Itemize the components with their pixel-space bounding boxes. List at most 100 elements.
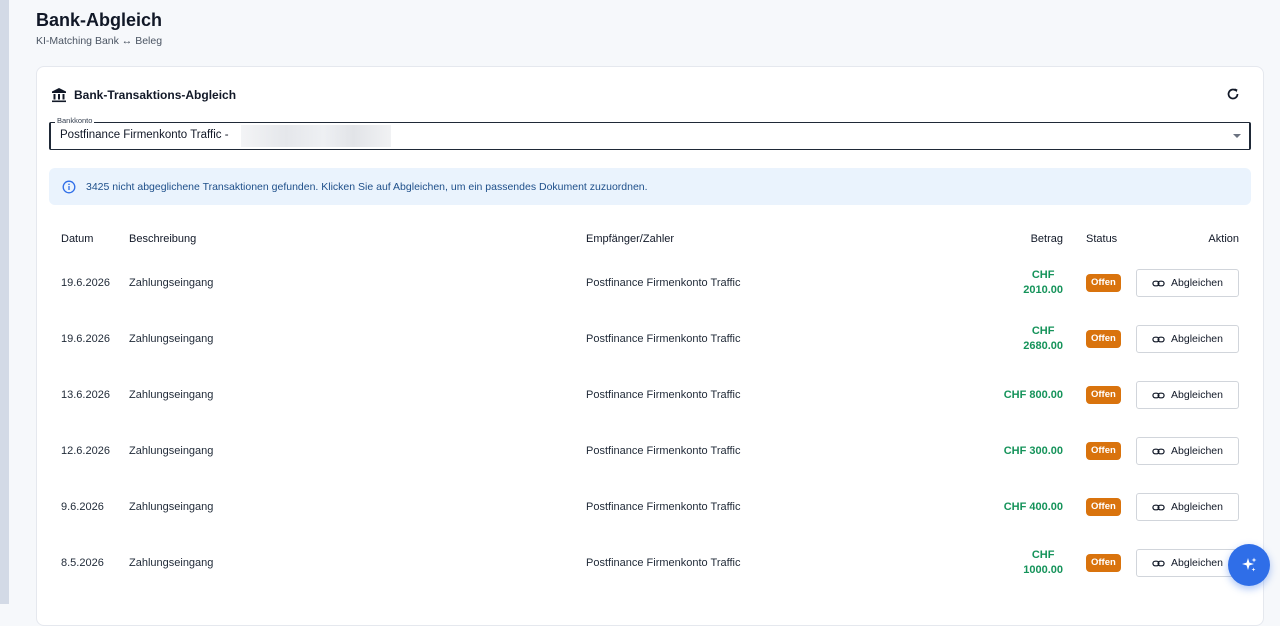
cell-payee: Postfinance Firmenkonto Traffic <box>586 333 741 345</box>
bank-reconciliation-card: Bank-Transaktions-Abgleich Bankkonto Pos… <box>36 66 1264 626</box>
amount-line-2: 1000.00 <box>1023 564 1063 576</box>
header-amount: Betrag <box>1030 232 1063 245</box>
amount-value: CHF 2010.00 <box>1023 268 1063 298</box>
cell-status: Offen <box>1063 479 1128 535</box>
match-button[interactable]: Abgleichen <box>1136 381 1239 409</box>
match-button[interactable]: Abgleichen <box>1136 493 1239 521</box>
cell-date: 8.5.2026 <box>61 557 104 569</box>
cell-status: Offen <box>1063 255 1128 311</box>
table-header-row: Datum Beschreibung Empfänger/Zahler Betr… <box>49 222 1251 255</box>
cell-action: Abgleichen <box>1128 423 1251 479</box>
match-button[interactable]: Abgleichen <box>1136 325 1239 353</box>
bank-account-select[interactable]: Bankkonto Postfinance Firmenkonto Traffi… <box>49 116 1251 150</box>
cell-payee: Postfinance Firmenkonto Traffic <box>586 501 741 513</box>
cell-action: Abgleichen <box>1128 255 1251 311</box>
amount-value: CHF 800.00 <box>1004 388 1063 403</box>
link-icon <box>1152 392 1165 398</box>
info-icon <box>62 180 76 193</box>
status-badge: Offen <box>1086 498 1121 516</box>
header-payee: Empfänger/Zahler <box>586 232 675 245</box>
table-row: 19.6.2026 Zahlungseingang Postfinance Firm… <box>49 311 1251 367</box>
ai-assistant-button[interactable] <box>1228 544 1270 586</box>
match-button-label: Abgleichen <box>1171 501 1223 513</box>
status-badge: Offen <box>1086 330 1121 348</box>
amount-line-1: CHF <box>1031 549 1055 561</box>
cell-payee: Postfinance Firmenkonto Traffic <box>586 445 741 457</box>
cell-date: 19.6.2026 <box>61 333 110 345</box>
cell-description: Zahlungseingang <box>129 557 214 569</box>
link-icon <box>1152 448 1165 454</box>
info-text: 3425 nicht abgeglichene Transaktionen ge… <box>86 180 648 193</box>
left-rail <box>0 0 9 604</box>
match-button[interactable]: Abgleichen <box>1136 437 1239 465</box>
transactions-table: Datum Beschreibung Empfänger/Zahler Betr… <box>49 222 1251 591</box>
bank-icon <box>52 88 66 103</box>
cell-description: Zahlungseingang <box>129 277 214 289</box>
header-date: Datum <box>61 232 94 245</box>
cell-amount: CHF 300.00 <box>946 423 1063 479</box>
match-button-label: Abgleichen <box>1171 333 1223 345</box>
page-header: Bank-Abgleich KI-Matching Bank ↔ Beleg <box>36 9 162 47</box>
link-icon <box>1152 336 1165 342</box>
amount-line-1: CHF 800.00 <box>1003 388 1063 401</box>
info-banner: 3425 nicht abgeglichene Transaktionen ge… <box>49 168 1251 205</box>
cell-date: 12.6.2026 <box>61 445 110 457</box>
cell-payee: Postfinance Firmenkonto Traffic <box>586 277 741 289</box>
cell-amount: CHF 2010.00 <box>946 255 1063 311</box>
match-button-label: Abgleichen <box>1171 445 1223 457</box>
redacted-account-number <box>241 125 391 147</box>
cell-amount: CHF 1000.00 <box>946 535 1063 591</box>
amount-line-1: CHF <box>1031 269 1055 281</box>
status-badge: Offen <box>1086 554 1121 572</box>
link-icon <box>1152 504 1165 510</box>
cell-action: Abgleichen <box>1128 311 1251 367</box>
card-header: Bank-Transaktions-Abgleich <box>51 86 236 104</box>
table-row: 12.6.2026 Zahlungseingang Postfinance Firm… <box>49 423 1251 479</box>
header-description: Beschreibung <box>129 232 197 245</box>
cell-date: 19.6.2026 <box>61 277 110 289</box>
match-button[interactable]: Abgleichen <box>1136 549 1239 577</box>
amount-value: CHF 1000.00 <box>1023 548 1063 578</box>
amount-line-2: 2010.00 <box>1023 284 1063 296</box>
table-row: 8.5.2026 Zahlungseingang Postfinance Firme… <box>49 535 1251 591</box>
cell-action: Abgleichen <box>1128 479 1251 535</box>
match-button-label: Abgleichen <box>1171 277 1223 289</box>
cell-description: Zahlungseingang <box>129 445 214 457</box>
amount-line-2: 2680.00 <box>1023 340 1063 352</box>
card-title: Bank-Transaktions-Abgleich <box>74 88 237 102</box>
status-badge: Offen <box>1086 274 1121 292</box>
table-row: 19.6.2026 Zahlungseingang Postfinance Firm… <box>49 255 1251 311</box>
cell-status: Offen <box>1063 367 1128 423</box>
cell-action: Abgleichen <box>1128 367 1251 423</box>
amount-value: CHF 400.00 <box>1004 500 1063 515</box>
cell-payee: Postfinance Firmenkonto Traffic <box>586 389 741 401</box>
amount-line-1: CHF 300.00 <box>1003 444 1063 457</box>
chevron-down-icon <box>1233 134 1241 138</box>
match-button-label: Abgleichen <box>1171 557 1223 569</box>
amount-line-1: CHF <box>1031 325 1055 337</box>
table-row: 13.6.2026 Zahlungseingang Postfinance Firm… <box>49 367 1251 423</box>
sparkles-icon <box>1242 557 1257 572</box>
cell-description: Zahlungseingang <box>129 501 214 513</box>
bank-account-label: Bankkonto <box>55 116 95 125</box>
header-status: Status <box>1086 232 1118 245</box>
match-button[interactable]: Abgleichen <box>1136 269 1239 297</box>
cell-amount: CHF 400.00 <box>946 479 1063 535</box>
cell-amount: CHF 800.00 <box>946 367 1063 423</box>
cell-description: Zahlungseingang <box>129 389 214 401</box>
refresh-icon <box>1227 88 1239 100</box>
cell-amount: CHF 2680.00 <box>946 311 1063 367</box>
cell-description: Zahlungseingang <box>129 333 214 345</box>
cell-date: 9.6.2026 <box>61 501 104 513</box>
page-title: Bank-Abgleich <box>36 10 163 30</box>
page-subtitle: KI-Matching Bank ↔ Beleg <box>36 35 163 47</box>
cell-date: 13.6.2026 <box>61 389 110 401</box>
refresh-button[interactable] <box>1224 85 1242 103</box>
cell-status: Offen <box>1063 311 1128 367</box>
cell-status: Offen <box>1063 423 1128 479</box>
link-icon <box>1152 560 1165 566</box>
amount-value: CHF 300.00 <box>1004 444 1063 459</box>
header-action: Aktion <box>1208 232 1239 245</box>
cell-status: Offen <box>1063 535 1128 591</box>
amount-value: CHF 2680.00 <box>1023 324 1063 354</box>
